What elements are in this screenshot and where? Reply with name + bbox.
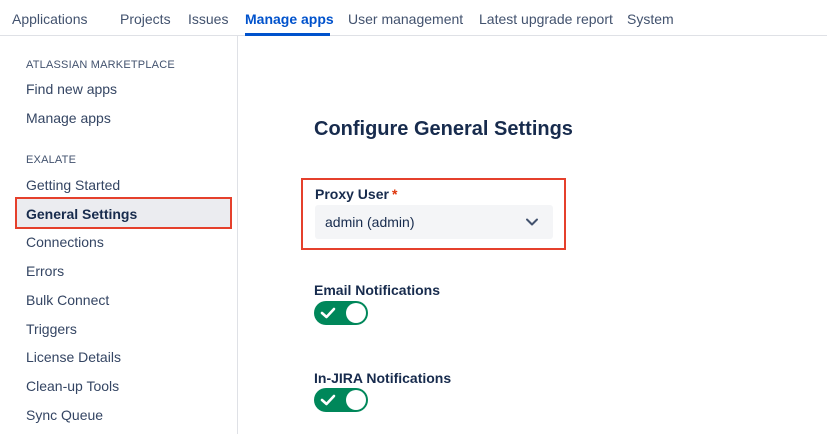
- check-icon: [320, 307, 336, 319]
- toggle-knob: [346, 390, 366, 410]
- sidebar-item-clean-up-tools[interactable]: Clean-up Tools: [26, 378, 119, 394]
- sidebar-heading-exalate: EXALATE: [26, 154, 77, 166]
- sidebar-heading-marketplace: ATLASSIAN MARKETPLACE: [26, 59, 175, 71]
- tab-latest-upgrade-report[interactable]: Latest upgrade report: [479, 11, 613, 27]
- proxy-user-label-text: Proxy User: [315, 186, 389, 202]
- sidebar-item-find-new-apps[interactable]: Find new apps: [26, 81, 117, 97]
- injira-notifications-label: In-JIRA Notifications: [314, 370, 452, 386]
- sidebar: ATLASSIAN MARKETPLACE Find new apps Mana…: [0, 36, 238, 434]
- tab-applications[interactable]: Applications: [12, 11, 88, 27]
- sidebar-item-sync-queue[interactable]: Sync Queue: [26, 407, 103, 423]
- sidebar-item-errors[interactable]: Errors: [26, 263, 64, 279]
- tab-manage-apps[interactable]: Manage apps: [245, 11, 334, 27]
- sidebar-item-bulk-connect[interactable]: Bulk Connect: [26, 292, 109, 308]
- injira-notifications-toggle[interactable]: [314, 388, 368, 412]
- sidebar-item-label: General Settings: [26, 206, 138, 222]
- top-navigation: Applications Projects Issues Manage apps…: [0, 0, 827, 36]
- tab-projects[interactable]: Projects: [120, 11, 171, 27]
- sidebar-item-connections[interactable]: Connections: [26, 234, 104, 250]
- proxy-user-selected-value: admin (admin): [325, 214, 415, 230]
- active-tab-indicator: [245, 33, 330, 36]
- sidebar-item-triggers[interactable]: Triggers: [26, 321, 77, 337]
- tab-issues[interactable]: Issues: [188, 11, 228, 27]
- email-notifications-toggle[interactable]: [314, 301, 368, 325]
- sidebar-item-getting-started[interactable]: Getting Started: [26, 177, 120, 193]
- tab-user-management[interactable]: User management: [348, 11, 463, 27]
- required-marker: *: [391, 186, 398, 202]
- chevron-down-icon: [526, 218, 538, 226]
- check-icon: [320, 394, 336, 406]
- page-title: Configure General Settings: [314, 118, 573, 140]
- proxy-user-field-group: Proxy User * admin (admin): [301, 178, 566, 250]
- toggle-knob: [346, 303, 366, 323]
- sidebar-item-license-details[interactable]: License Details: [26, 349, 121, 365]
- email-notifications-label: Email Notifications: [314, 282, 441, 298]
- proxy-user-select[interactable]: admin (admin): [315, 205, 553, 239]
- sidebar-item-general-settings[interactable]: General Settings: [15, 197, 232, 229]
- sidebar-item-manage-apps[interactable]: Manage apps: [26, 110, 111, 126]
- tab-system[interactable]: System: [627, 11, 674, 27]
- proxy-user-label: Proxy User *: [315, 186, 397, 202]
